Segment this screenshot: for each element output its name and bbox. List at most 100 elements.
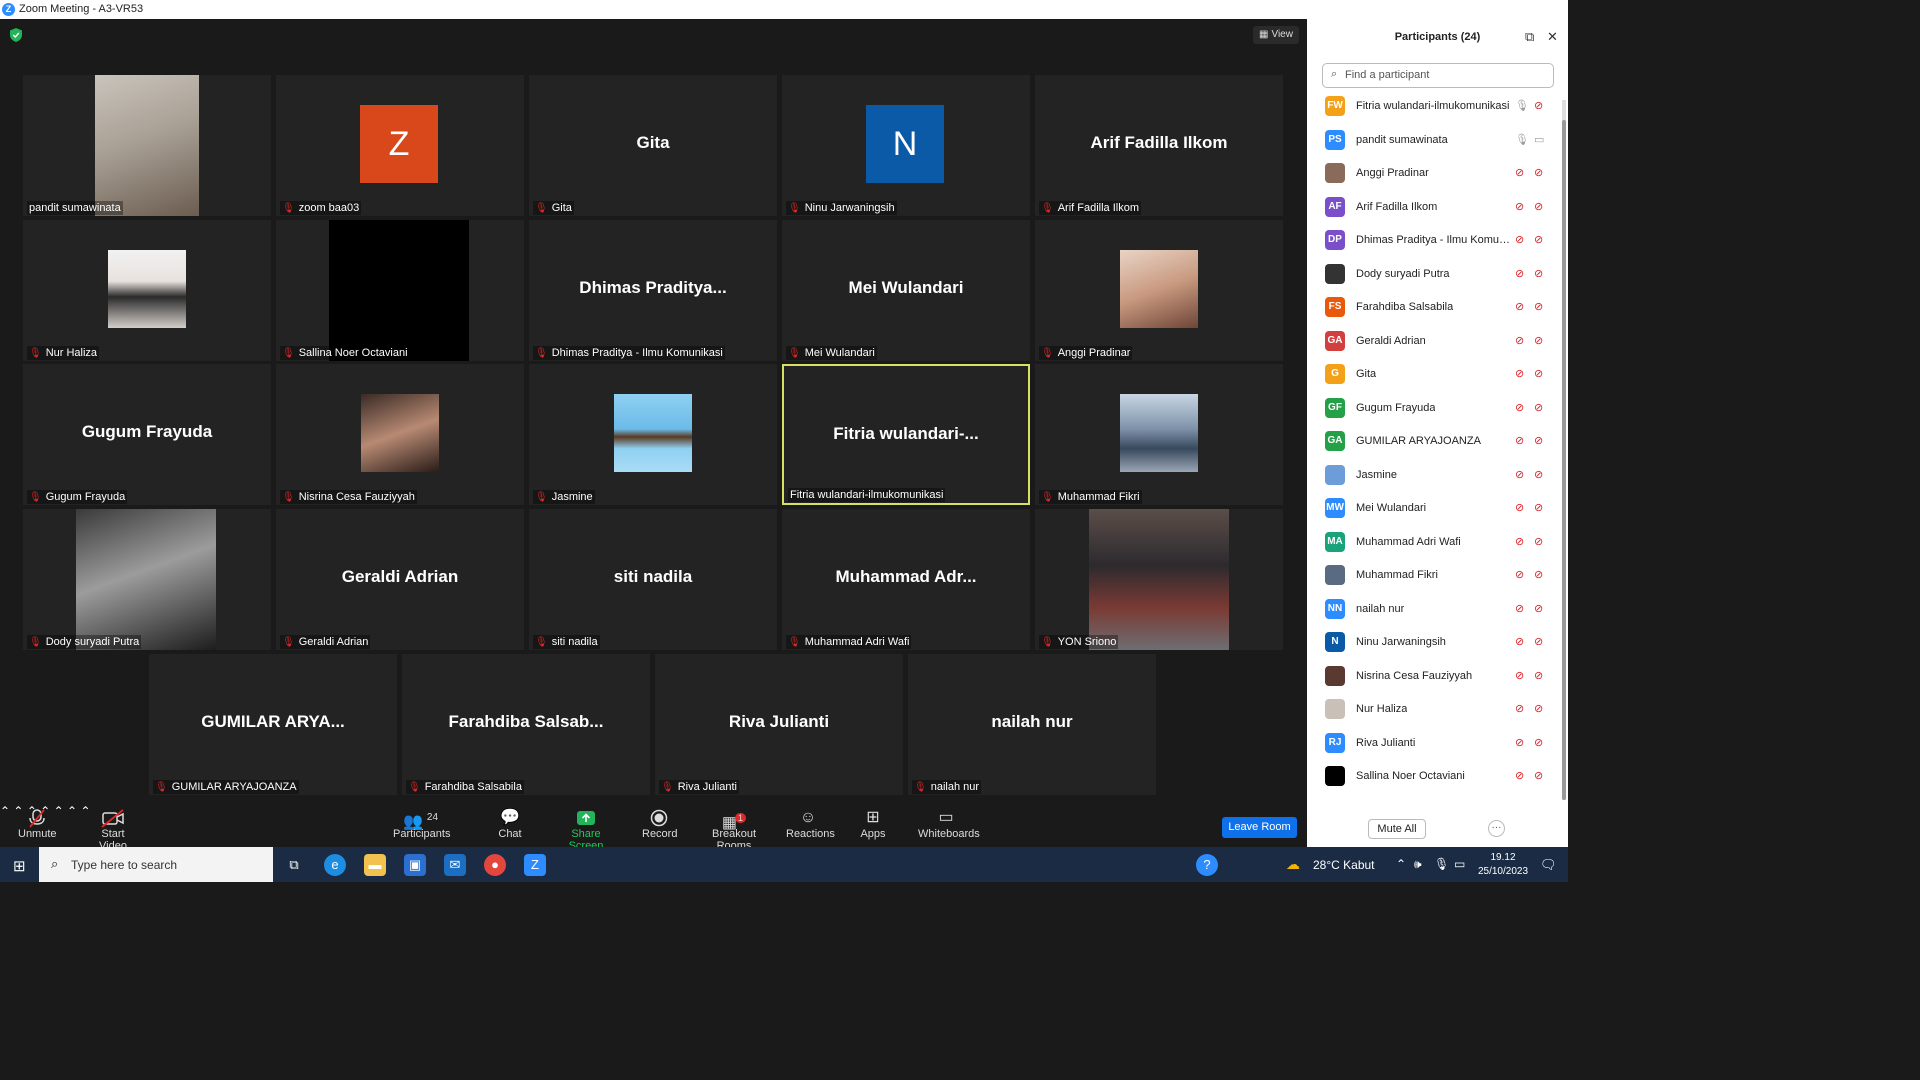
find-participant-input[interactable]: ⌕ Find a participant <box>1322 63 1554 88</box>
reactions-button[interactable]: ☺ Reactions <box>786 808 835 840</box>
mic-tray-icon[interactable]: 🎙 <box>1434 857 1449 871</box>
mic-off-icon[interactable]: ⊘ <box>1515 568 1524 581</box>
video-tile[interactable]: Geraldi Adrian 🎙 Geraldi Adrian <box>276 509 524 650</box>
mic-off-icon[interactable]: ⊘ <box>1515 602 1524 615</box>
participant-row[interactable]: NN nailah nur ⊘ ⊘ <box>1307 593 1559 626</box>
notification-icon[interactable]: 🗨 <box>1540 857 1557 873</box>
help-icon[interactable]: ? <box>1196 854 1218 876</box>
participant-list-scrollbar[interactable] <box>1562 100 1566 800</box>
video-tile[interactable]: Muhammad Adr... 🎙 Muhammad Adri Wafi <box>782 509 1030 650</box>
video-tile[interactable]: Gugum Frayuda 🎙 Gugum Frayuda <box>23 364 271 505</box>
video-off-icon[interactable]: ⊘ <box>1534 99 1543 112</box>
participant-row[interactable]: MA Muhammad Adri Wafi ⊘ ⊘ <box>1307 526 1559 559</box>
mic-off-icon[interactable]: ⊘ <box>1515 233 1524 246</box>
video-tile[interactable]: GUMILAR ARYA... 🎙 GUMILAR ARYAJOANZA <box>149 654 397 795</box>
participant-row[interactable]: GA Geraldi Adrian ⊘ ⊘ <box>1307 325 1559 358</box>
video-tile[interactable]: Gita 🎙 Gita <box>529 75 777 216</box>
taskbar-search-input[interactable]: ⌕ Type here to search <box>39 847 273 882</box>
unmute-button[interactable]: Unmute <box>18 808 57 840</box>
participant-row[interactable]: Muhammad Fikri ⊘ ⊘ <box>1307 559 1559 592</box>
video-tile[interactable]: Z 🎙 zoom baa03 <box>276 75 524 216</box>
participant-row[interactable]: Sallina Noer Octaviani ⊘ ⊘ <box>1307 760 1559 793</box>
windows-start-icon[interactable]: ⊞ <box>13 857 26 875</box>
video-tile[interactable]: nailah nur 🎙 nailah nur <box>908 654 1156 795</box>
breakout-rooms-button[interactable]: ▦1 Breakout Rooms <box>697 808 771 852</box>
video-off-icon[interactable]: ⊘ <box>1534 669 1543 682</box>
mute-all-button[interactable]: Mute All <box>1368 819 1426 839</box>
chrome-icon[interactable]: ● <box>484 854 506 876</box>
participant-row[interactable]: G Gita ⊘ ⊘ <box>1307 358 1559 391</box>
share-screen-button[interactable]: Share Screen <box>556 808 616 852</box>
mic-off-icon[interactable]: ⊘ <box>1515 736 1524 749</box>
start-video-button[interactable]: Start Video <box>88 808 138 852</box>
chat-button[interactable]: 💬 Chat <box>496 808 524 840</box>
video-off-icon[interactable]: ⊘ <box>1534 535 1543 548</box>
video-off-icon[interactable]: ⊘ <box>1534 334 1543 347</box>
video-off-icon[interactable]: ⊘ <box>1534 468 1543 481</box>
participant-row[interactable]: DP Dhimas Praditya - Ilmu Komuni... ⊘ ⊘ <box>1307 224 1559 257</box>
mic-on-icon[interactable]: 🎙 <box>1515 99 1529 112</box>
apps-button[interactable]: ⊞ Apps <box>860 808 886 840</box>
participant-row[interactable]: Anggi Pradinar ⊘ ⊘ <box>1307 157 1559 190</box>
mail-icon[interactable]: ✉ <box>444 854 466 876</box>
apps-options-caret[interactable]: ⌃ <box>67 804 77 818</box>
video-tile[interactable]: 🎙 Nur Haliza <box>23 220 271 361</box>
mic-off-icon[interactable]: ⊘ <box>1515 300 1524 313</box>
video-tile[interactable]: Mei Wulandari 🎙 Mei Wulandari <box>782 220 1030 361</box>
more-options-button[interactable]: ··· <box>1488 820 1505 837</box>
participant-row[interactable]: Nur Haliza ⊘ ⊘ <box>1307 693 1559 726</box>
clock[interactable]: 19.12 25/10/2023 <box>1472 851 1534 879</box>
mic-off-icon[interactable]: ⊘ <box>1515 468 1524 481</box>
video-off-icon[interactable]: ⊘ <box>1534 434 1543 447</box>
audio-options-caret[interactable]: ⌃ <box>0 804 10 818</box>
mic-off-icon[interactable]: ⊘ <box>1515 401 1524 414</box>
participant-row[interactable]: PS pandit sumawinata 🎙 ▭ <box>1307 124 1559 157</box>
video-off-icon[interactable]: ⊘ <box>1534 300 1543 313</box>
participant-row[interactable]: GF Gugum Frayuda ⊘ ⊘ <box>1307 392 1559 425</box>
zoom-taskbar-icon[interactable]: Z <box>524 854 546 876</box>
network-icon[interactable]: ▭ <box>1454 857 1465 871</box>
store-icon[interactable]: ▣ <box>404 854 426 876</box>
video-tile[interactable]: 🎙 Muhammad Fikri <box>1035 364 1283 505</box>
mic-off-icon[interactable]: ⊘ <box>1515 669 1524 682</box>
view-button[interactable]: ▦ View <box>1253 26 1299 44</box>
video-off-icon[interactable]: ⊘ <box>1534 736 1543 749</box>
video-off-icon[interactable]: ⊘ <box>1534 233 1543 246</box>
file-explorer-icon[interactable]: ▬ <box>364 854 386 876</box>
participant-row[interactable]: MW Mei Wulandari ⊘ ⊘ <box>1307 492 1559 525</box>
video-off-icon[interactable]: ⊘ <box>1534 166 1543 179</box>
video-off-icon[interactable]: ⊘ <box>1534 401 1543 414</box>
video-off-icon[interactable]: ⊘ <box>1534 602 1543 615</box>
participant-row[interactable]: AF Arif Fadilla Ilkom ⊘ ⊘ <box>1307 191 1559 224</box>
video-on-icon[interactable]: ▭ <box>1534 133 1544 146</box>
video-tile[interactable]: siti nadila 🎙 siti nadila <box>529 509 777 650</box>
mic-off-icon[interactable]: ⊘ <box>1515 434 1524 447</box>
participant-row[interactable]: Dody suryadi Putra ⊘ ⊘ <box>1307 258 1559 291</box>
video-off-icon[interactable]: ⊘ <box>1534 200 1543 213</box>
video-off-icon[interactable]: ⊘ <box>1534 702 1543 715</box>
task-view-icon[interactable]: ⧉ <box>283 854 305 876</box>
participants-button[interactable]: 👥 24 Participants <box>393 808 450 840</box>
video-off-icon[interactable]: ⊘ <box>1534 769 1543 782</box>
mic-off-icon[interactable]: ⊘ <box>1515 702 1524 715</box>
video-off-icon[interactable]: ⊘ <box>1534 568 1543 581</box>
participant-row[interactable]: N Ninu Jarwaningsih ⊘ ⊘ <box>1307 626 1559 659</box>
video-tile[interactable]: 🎙 Dody suryadi Putra <box>23 509 271 650</box>
participant-row[interactable]: Jasmine ⊘ ⊘ <box>1307 459 1559 492</box>
scrollbar-thumb[interactable] <box>1562 120 1566 800</box>
mic-off-icon[interactable]: ⊘ <box>1515 367 1524 380</box>
video-tile[interactable]: 🎙 Sallina Noer Octaviani <box>276 220 524 361</box>
video-off-icon[interactable]: ⊘ <box>1534 267 1543 280</box>
participant-row[interactable]: FW Fitria wulandari-ilmukomunikasi 🎙 ⊘ <box>1307 90 1559 123</box>
close-panel-icon[interactable]: ✕ <box>1547 29 1558 45</box>
participant-row[interactable]: FS Farahdiba Salsabila ⊘ ⊘ <box>1307 291 1559 324</box>
video-tile[interactable]: Dhimas Praditya... 🎙 Dhimas Praditya - Ilm… <box>529 220 777 361</box>
video-off-icon[interactable]: ⊘ <box>1534 501 1543 514</box>
mic-off-icon[interactable]: ⊘ <box>1515 334 1524 347</box>
mic-off-icon[interactable]: ⊘ <box>1515 501 1524 514</box>
mic-on-icon[interactable]: 🎙 <box>1515 133 1529 146</box>
video-off-icon[interactable]: ⊘ <box>1534 367 1543 380</box>
participant-row[interactable]: GA GUMILAR ARYAJOANZA ⊘ ⊘ <box>1307 425 1559 458</box>
video-tile[interactable]: 🎙 Nisrina Cesa Fauziyyah <box>276 364 524 505</box>
video-off-icon[interactable]: ⊘ <box>1534 635 1543 648</box>
